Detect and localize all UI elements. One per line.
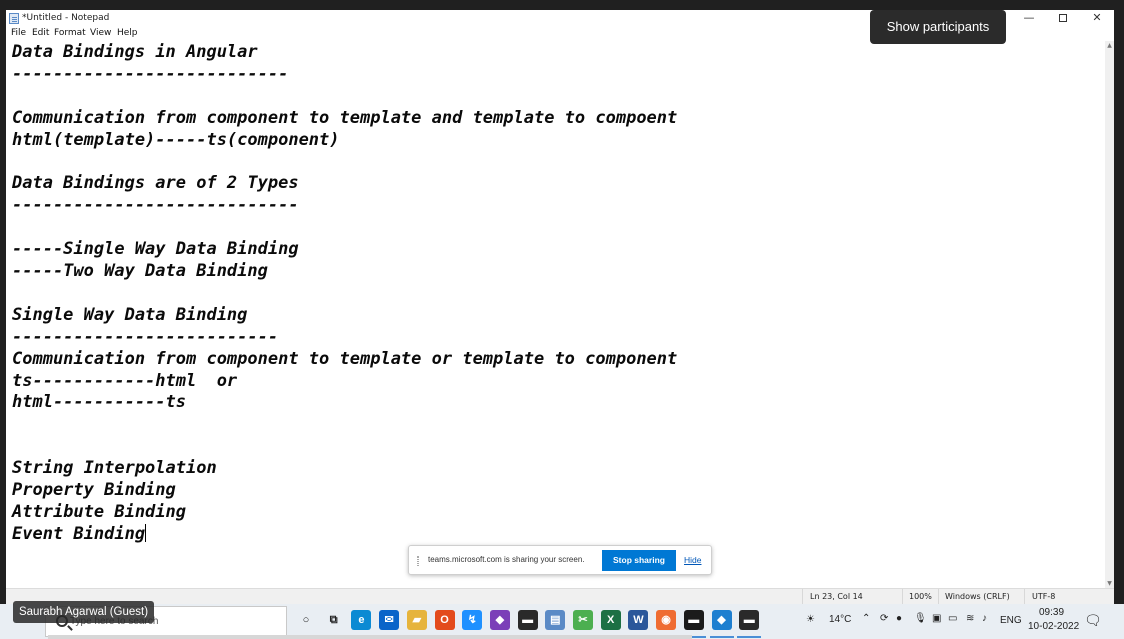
volume-icon[interactable]: ♪ (982, 613, 987, 624)
screen-sharing-bar: teams.microsoft.com is sharing your scre… (408, 545, 712, 575)
editor-line: html-----------ts (12, 392, 186, 413)
chevron-up-icon[interactable]: ⌃ (862, 613, 870, 624)
guest-name-label: Saurabh Agarwal (Guest) (13, 601, 154, 623)
editor-line: ts------------html or (12, 370, 238, 391)
terminal-icon[interactable]: ▬ (517, 610, 538, 630)
running-indicator (709, 636, 734, 638)
postman-icon[interactable]: ◉ (656, 610, 677, 630)
mail-icon[interactable]: ✉ (379, 610, 400, 630)
notifications-icon[interactable]: 🗨 (1084, 612, 1102, 629)
zoom-level: 100% (909, 592, 932, 601)
notepad-icon (9, 13, 19, 24)
snip-tool-icon[interactable]: ✂ (573, 610, 593, 630)
task-view-icon[interactable]: ⧉ (324, 610, 344, 630)
word-icon[interactable]: W (628, 610, 649, 630)
editor-line: --------------------------- (12, 63, 289, 84)
editor-line: Communication from component to template… (12, 348, 678, 369)
editor-line: Attribute Binding (12, 501, 186, 522)
editor-line: Data Bindings in Angular (12, 42, 258, 62)
minimize-button[interactable]: — (1012, 10, 1046, 26)
editor-line: -----Two Way Data Binding (12, 261, 268, 281)
editor-line: Communication from component to template… (12, 107, 678, 128)
menu-view[interactable]: View (90, 28, 111, 38)
excel-icon[interactable]: X (600, 610, 621, 630)
text-caret (145, 523, 147, 542)
status-divider (802, 589, 803, 605)
editor-line: -----Single Way Data Binding (12, 239, 299, 260)
editor-line: String Interpolation (12, 458, 217, 479)
scroll-up-icon[interactable]: ▲ (1105, 41, 1114, 50)
scroll-down-icon[interactable]: ▼ (1105, 579, 1114, 588)
editor-line: ---------------------------- (12, 195, 299, 216)
maximize-button[interactable] (1046, 10, 1080, 26)
editor-line: Data Bindings are of 2 Types (12, 173, 299, 194)
window-title: *Untitled - Notepad (22, 13, 110, 23)
status-divider (938, 589, 939, 605)
show-participants-tooltip: Show participants (870, 10, 1006, 44)
status-bar: Ln 23, Col 14 100% Windows (CRLF) UTF-8 (6, 588, 1114, 605)
file-explorer-icon[interactable]: ▰ (406, 610, 427, 630)
editor-line: -------------------------- (12, 326, 279, 347)
sharing-message: teams.microsoft.com is sharing your scre… (428, 555, 585, 564)
maximize-icon (1059, 14, 1067, 22)
microphone-icon[interactable]: 🎙 (914, 613, 927, 624)
vscode-icon[interactable]: ◆ (711, 610, 732, 630)
office-icon[interactable]: O (434, 610, 455, 630)
taskbar: Type here to search ○⧉e✉▰O↯◆▬▤✂XW◉▬◆▬ ☀ … (0, 604, 1124, 639)
language-indicator[interactable]: ENG (1000, 615, 1022, 626)
editor-line: Single Way Data Binding (12, 304, 248, 325)
running-indicator (737, 636, 762, 638)
messenger-icon[interactable]: ↯ (462, 610, 483, 630)
bottom-strip (48, 635, 692, 639)
weather-icon[interactable]: ☀ (806, 614, 815, 625)
status-divider (1024, 589, 1025, 605)
console-icon[interactable]: ▬ (739, 610, 760, 630)
cortana-icon[interactable]: ○ (296, 610, 316, 630)
notepad-window: *Untitled - Notepad — ✕ File Edit Format… (6, 10, 1114, 605)
sync-icon[interactable]: ⟳ (880, 613, 888, 624)
recording-icon[interactable]: ● (896, 613, 902, 624)
editor-line: html(template)-----ts(component) (12, 129, 340, 150)
vertical-scrollbar[interactable]: ▲ ▼ (1105, 41, 1114, 588)
edge-icon[interactable]: e (351, 610, 372, 630)
editor-line: Property Binding (12, 480, 176, 500)
editor-line: Event Binding (12, 523, 147, 544)
status-divider (902, 589, 903, 605)
menu-help[interactable]: Help (117, 28, 138, 38)
menu-format[interactable]: Format (54, 28, 86, 38)
menu-file[interactable]: File (11, 28, 26, 38)
notepad-icon[interactable]: ▤ (545, 610, 566, 630)
line-endings: Windows (CRLF) (945, 592, 1010, 601)
cursor-position: Ln 23, Col 14 (810, 592, 863, 601)
encoding: UTF-8 (1032, 592, 1056, 601)
cmd-icon[interactable]: ▬ (683, 610, 704, 630)
menu-edit[interactable]: Edit (32, 28, 49, 38)
clock-time[interactable]: 09:39 (1039, 607, 1064, 618)
hide-link[interactable]: Hide (684, 555, 701, 565)
stop-sharing-button[interactable]: Stop sharing (602, 550, 676, 571)
visual-studio-icon[interactable]: ◆ (489, 610, 510, 630)
text-editor[interactable]: Data Bindings in Angular ----------------… (6, 41, 1105, 588)
drag-handle-icon[interactable] (417, 556, 419, 566)
wifi-icon[interactable]: ≋ (966, 613, 974, 624)
close-button[interactable]: ✕ (1080, 10, 1114, 26)
weather-temp[interactable]: 14°C (829, 614, 851, 625)
clock-date[interactable]: 10-02-2022 (1028, 621, 1079, 632)
screen-share-icon[interactable]: ▣ (932, 613, 941, 624)
battery-icon[interactable]: ▭ (948, 613, 957, 624)
